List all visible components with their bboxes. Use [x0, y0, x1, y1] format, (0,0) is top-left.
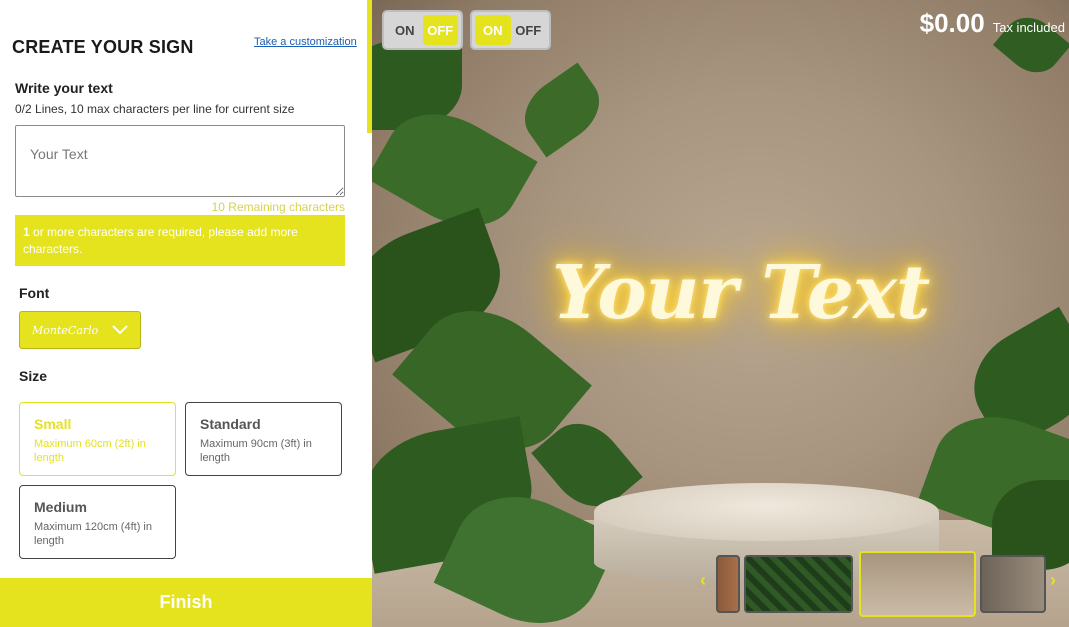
thumbnail-green-wall[interactable]: [744, 555, 853, 613]
chevron-down-icon: [112, 325, 128, 335]
lines-info: 0/2 Lines, 10 max characters per line fo…: [15, 102, 295, 116]
sign-preview: Your Text ON OFF ON OFF $0.00 Tax includ…: [372, 0, 1069, 627]
toggle-on[interactable]: ON: [475, 15, 511, 45]
toggle-on[interactable]: ON: [387, 15, 423, 45]
finish-button[interactable]: Finish: [0, 578, 372, 627]
background-toggle[interactable]: ON OFF: [470, 10, 551, 50]
remaining-characters: 10 Remaining characters: [211, 200, 345, 214]
size-option-small[interactable]: Small Maximum 60cm (2ft) in length: [19, 402, 176, 476]
light-toggle[interactable]: ON OFF: [382, 10, 463, 50]
toggle-off[interactable]: OFF: [422, 15, 458, 45]
size-description: Maximum 120cm (4ft) in length: [34, 521, 152, 547]
sign-text-input[interactable]: [15, 125, 345, 197]
warning-text: or more characters are required, please …: [23, 225, 298, 256]
tax-note: Tax included: [992, 20, 1065, 35]
font-dropdown[interactable]: MonteCarlo: [19, 311, 141, 349]
background-thumbnails: [704, 551, 1069, 617]
thumbnail-podium[interactable]: [859, 551, 976, 617]
customizer-panel: CREATE YOUR SIGN Take a customization Wr…: [0, 0, 372, 627]
size-label: Size: [19, 368, 48, 384]
price-amount: $0.00: [919, 8, 985, 38]
warning-message: 1 or more characters are required, pleas…: [15, 215, 345, 266]
font-selected: MonteCarlo: [32, 323, 99, 337]
take-customization-link[interactable]: Take a customization: [254, 36, 357, 48]
thumbnail-room[interactable]: [980, 555, 1046, 613]
size-name: Small: [34, 416, 72, 432]
size-option-medium[interactable]: Medium Maximum 120cm (4ft) in length: [19, 485, 176, 559]
write-text-label: Write your text: [15, 80, 113, 96]
size-option-standard[interactable]: Standard Maximum 90cm (3ft) in length: [185, 402, 342, 476]
thumbnail-brick[interactable]: [716, 555, 740, 613]
chevron-right-icon[interactable]: ›: [1050, 570, 1056, 591]
toggle-off[interactable]: OFF: [511, 15, 547, 45]
size-name: Standard: [200, 416, 261, 432]
neon-sign-text: Your Text: [552, 250, 930, 336]
size-name: Medium: [34, 499, 87, 515]
podium-top: [594, 483, 939, 541]
font-label: Font: [19, 285, 50, 301]
size-description: Maximum 90cm (3ft) in length: [200, 438, 312, 464]
warning-count: 1: [23, 225, 30, 239]
price-display: $0.00 Tax included: [920, 8, 1065, 39]
page-title: CREATE YOUR SIGN: [12, 37, 194, 57]
size-description: Maximum 60cm (2ft) in length: [34, 438, 146, 464]
